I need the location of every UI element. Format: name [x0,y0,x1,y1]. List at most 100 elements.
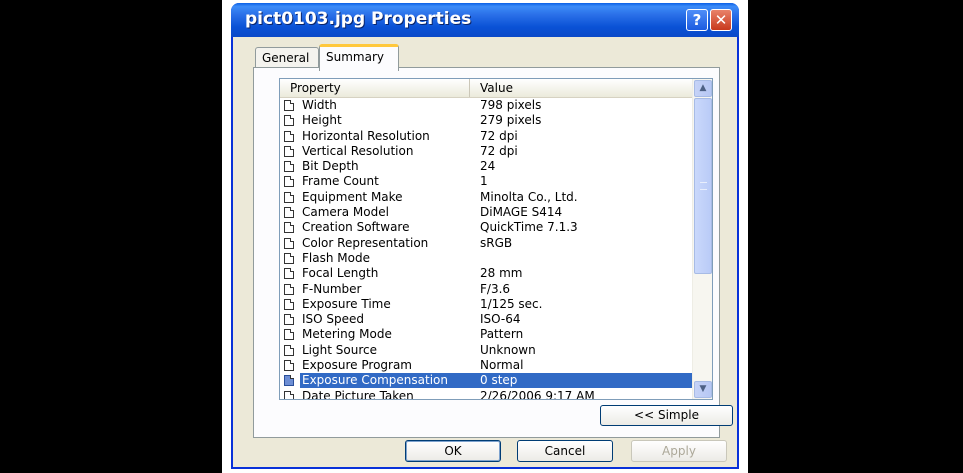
chevron-up-icon: ▲ [699,83,707,93]
list-item[interactable]: Camera Model DiMAGE S414 [280,205,692,220]
list-item[interactable]: Creation Software QuickTime 7.1.3 [280,220,692,235]
property-value: ISO-64 [480,312,521,327]
property-value: sRGB [480,235,513,250]
property-value: 72 dpi [480,143,518,158]
help-button[interactable]: ? [686,9,708,31]
ok-button[interactable]: OK [405,440,501,462]
document-icon [284,344,294,356]
column-header-value[interactable]: Value [470,79,692,97]
document-icon [284,360,294,372]
list-item[interactable]: Light Source Unknown [280,343,692,358]
document-icon [284,207,294,219]
list-item[interactable]: Exposure Program Normal [280,358,692,373]
apply-button: Apply [631,440,727,462]
document-icon [284,130,294,142]
property-name: Horizontal Resolution [302,128,430,143]
list-rows: Width 798 pixels Height 279 pixels Horizonta… [280,98,692,400]
list-item[interactable]: Height 279 pixels [280,113,692,128]
property-name: Exposure Time [302,296,391,311]
document-icon [284,222,294,234]
title-bar[interactable]: pict0103.jpg Properties ? ✕ [231,3,739,37]
list-item[interactable]: Date Picture Taken 2/26/2006 9:17 AM [280,388,692,400]
list-item[interactable]: Metering Mode Pattern [280,327,692,342]
document-icon [284,100,294,111]
document-icon [284,268,294,280]
chevron-down-icon: ▼ [699,384,707,394]
property-value: 24 [480,159,496,174]
property-name: Creation Software [302,220,410,235]
list-item[interactable]: Equipment Make Minolta Co., Ltd. [280,190,692,205]
property-value: 2/26/2006 9:17 AM [480,388,595,400]
scroll-up-button[interactable]: ▲ [694,80,712,97]
property-value: 28 mm [480,266,523,281]
property-value: QuickTime 7.1.3 [480,220,578,235]
properties-dialog: pict0103.jpg Properties ? ✕ General Summ… [231,3,739,469]
property-value [464,251,692,266]
list-item[interactable]: Vertical Resolution 72 dpi [280,144,692,159]
document-icon [284,237,294,249]
list-item[interactable]: ISO Speed ISO-64 [280,312,692,327]
property-name: Metering Mode [302,327,392,342]
window-title: pict0103.jpg Properties [245,9,472,29]
property-value: 1/125 sec. [480,296,543,311]
list-item[interactable]: Exposure Time 1/125 sec. [280,297,692,312]
help-icon: ? [692,11,702,29]
list-item[interactable]: Focal Length 28 mm [280,266,692,281]
property-value: DiMAGE S414 [480,205,563,220]
tab-general[interactable]: General [255,47,319,68]
grip-icon [700,182,707,190]
property-value: Normal [480,358,524,373]
property-name: Height [302,113,342,128]
document-icon [284,252,294,264]
property-name: Flash Mode [302,250,370,265]
summary-panel: Property Value Width 798 pixels Height 279 … [253,67,733,438]
scroll-down-button[interactable]: ▼ [694,381,712,398]
tab-summary[interactable]: Summary [319,44,399,71]
document-icon [284,329,294,341]
property-name: Light Source [302,342,377,357]
property-name: Color Representation [302,235,429,250]
column-header-property[interactable]: Property [280,79,470,97]
vertical-scrollbar[interactable]: ▲ ▼ [692,79,712,399]
document-icon [284,161,294,173]
list-item[interactable]: Exposure Compensation 0 step [280,373,692,389]
property-name: Frame Count [302,174,379,189]
document-icon [284,115,294,127]
document-icon [284,298,294,310]
black-margin-right [748,0,963,473]
document-icon [284,283,294,295]
property-value: Pattern [480,327,524,342]
list-item[interactable]: F-Number F/3.6 [280,282,692,297]
property-value: 1 [480,174,488,189]
property-name: ISO Speed [302,312,365,327]
document-icon [284,314,294,326]
property-name: Vertical Resolution [302,143,414,158]
property-value: 279 pixels [480,113,542,128]
list-item[interactable]: Flash Mode [280,251,692,266]
document-icon [284,176,294,188]
list-header: Property Value [280,79,692,98]
property-value: 72 dpi [480,128,518,143]
black-margin-left [0,0,222,473]
property-value: 798 pixels [480,98,542,112]
simple-button[interactable]: << Simple [600,405,733,426]
property-name: Exposure Program [302,358,412,373]
list-item[interactable]: Bit Depth 24 [280,159,692,174]
list-item[interactable]: Width 798 pixels [280,98,692,113]
document-icon [284,390,294,399]
property-value: 0 step [464,373,692,389]
property-name: Exposure Compensation [300,373,466,389]
cancel-button[interactable]: Cancel [517,440,613,462]
property-value: F/3.6 [480,281,511,296]
property-value: Unknown [480,342,536,357]
scrollbar-thumb[interactable] [694,98,712,274]
list-item[interactable]: Frame Count 1 [280,174,692,189]
list-item[interactable]: Horizontal Resolution 72 dpi [280,129,692,144]
property-name: F-Number [302,281,362,296]
property-list[interactable]: Property Value Width 798 pixels Height 279 … [279,78,713,400]
list-item[interactable]: Color Representation sRGB [280,236,692,251]
close-icon: ✕ [714,11,728,29]
close-button[interactable]: ✕ [710,9,732,31]
property-name: Camera Model [302,205,389,220]
document-icon [284,191,294,203]
